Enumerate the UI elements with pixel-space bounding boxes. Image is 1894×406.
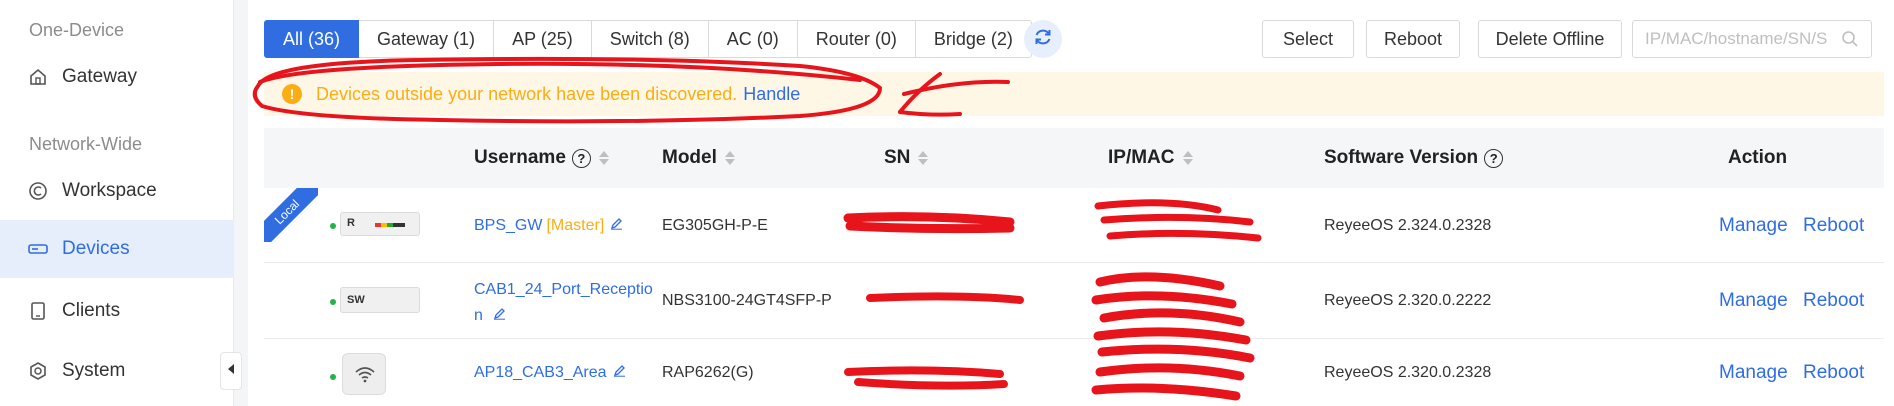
device-name-link[interactable]: CAB1_24_Port_Receptio [474, 277, 653, 303]
workspace-icon [27, 180, 49, 202]
device-type-tabs: All (36) Gateway (1) AP (25) Switch (8) … [264, 20, 1032, 58]
sort-icon[interactable] [598, 151, 609, 165]
clients-icon [27, 300, 49, 322]
tab-bridge[interactable]: Bridge (2) [915, 20, 1032, 58]
refresh-icon [1032, 26, 1054, 53]
device-name-link[interactable]: BPS_GW [474, 217, 542, 235]
column-label: Action [1728, 147, 1788, 168]
sidebar-item-workspace[interactable]: Workspace [0, 162, 234, 220]
column-model[interactable]: Model [662, 128, 735, 188]
online-status-dot [330, 299, 336, 305]
model-cell: NBS3100-24GT4SFP-P [662, 292, 832, 309]
column-username[interactable]: Username ? [474, 128, 609, 188]
sidebar: One-Device Gateway Network-Wide Workspac… [0, 0, 234, 406]
software-version-cell: ReyeeOS 2.320.0.2222 [1324, 292, 1492, 309]
device-name-link[interactable]: AP18_CAB3_Area [474, 364, 607, 382]
software-version-cell: ReyeeOS 2.320.0.2328 [1324, 364, 1492, 381]
master-tag: [Master] [546, 216, 605, 234]
sidebar-group-one-device: One-Device [29, 20, 125, 40]
gateway-device-image: R [340, 212, 420, 236]
tab-ap[interactable]: AP (25) [494, 20, 592, 58]
manage-link[interactable]: Manage [1719, 359, 1788, 387]
sidebar-item-clients[interactable]: Clients [0, 282, 234, 340]
column-ipmac[interactable]: IP/MAC [1108, 128, 1193, 188]
sidebar-item-system[interactable]: System [0, 342, 234, 400]
column-software-version: Software Version ? [1324, 128, 1504, 188]
username-cell: CAB1_24_Port_Receptio n [474, 277, 653, 329]
sidebar-item-label: System [62, 360, 126, 381]
home-icon [27, 66, 49, 88]
search-input[interactable]: IP/MAC/hostname/SN/S [1632, 20, 1872, 58]
reboot-button[interactable]: Reboot [1366, 20, 1460, 58]
manage-link[interactable]: Manage [1719, 263, 1788, 339]
column-label: Software Version [1324, 147, 1479, 168]
table-row: AP18_CAB3_Area RAP6262(G) ReyeeOS 2.320.… [264, 339, 1884, 406]
online-status-dot [330, 374, 336, 380]
column-sn[interactable]: SN [884, 128, 929, 188]
handle-link[interactable]: Handle [743, 84, 800, 105]
column-label: Username [474, 147, 566, 168]
device-leds [375, 223, 405, 227]
model-cell: EG305GH-P-E [662, 216, 768, 234]
sidebar-group-network-wide: Network-Wide [29, 134, 143, 154]
sidebar-item-label: Gateway [62, 66, 137, 87]
username-cell: AP18_CAB3_Area [474, 359, 626, 387]
column-label: Model [662, 147, 717, 168]
tab-router[interactable]: Router (0) [797, 20, 916, 58]
software-version-cell: ReyeeOS 2.324.0.2328 [1324, 216, 1492, 234]
tab-all[interactable]: All (36) [264, 20, 360, 58]
local-badge-label: Local [264, 188, 318, 242]
edit-icon[interactable] [610, 217, 623, 235]
table-row: R BPS_GW [Master] EG305GH-P-E ReyeeOS 2.… [264, 188, 1884, 263]
warning-icon: ! [282, 84, 302, 104]
username-cell: BPS_GW [Master] [474, 188, 623, 263]
reboot-link[interactable]: Reboot [1803, 263, 1864, 339]
sidebar-item-label: Devices [62, 238, 130, 259]
caret-left-icon [226, 362, 236, 380]
sidebar-item-devices[interactable]: Devices [0, 220, 234, 278]
table-header: Username ? Model SN IP/MAC Software Vers… [264, 128, 1884, 188]
reboot-link[interactable]: Reboot [1803, 359, 1864, 387]
model-cell: RAP6262(G) [662, 364, 754, 381]
sort-icon[interactable] [918, 151, 929, 165]
sidebar-item-label: Clients [62, 300, 121, 321]
manage-link[interactable]: Manage [1719, 188, 1788, 263]
online-status-dot [330, 223, 336, 229]
switch-device-image: SW [340, 287, 420, 313]
device-image-letter: R [347, 217, 355, 229]
delete-offline-button[interactable]: Delete Offline [1478, 20, 1622, 58]
system-icon [27, 360, 49, 382]
search-placeholder: IP/MAC/hostname/SN/S [1645, 29, 1828, 48]
ap-device-image [342, 353, 386, 395]
reboot-link[interactable]: Reboot [1803, 188, 1864, 263]
collapse-sidebar-button[interactable] [220, 352, 242, 390]
search-icon [1841, 30, 1859, 53]
sidebar-item-gateway[interactable]: Gateway [0, 48, 234, 106]
help-icon[interactable]: ? [1484, 148, 1504, 168]
tab-switch[interactable]: Switch (8) [591, 20, 709, 58]
column-label: SN [884, 147, 911, 168]
device-name-link-wrap[interactable]: n [474, 307, 483, 324]
help-icon[interactable]: ? [571, 148, 591, 168]
sort-icon[interactable] [1182, 151, 1193, 165]
tab-ac[interactable]: AC (0) [708, 20, 798, 58]
local-badge: Local [264, 188, 318, 242]
tab-gateway[interactable]: Gateway (1) [359, 20, 495, 58]
column-action: Action [1728, 128, 1787, 188]
edit-icon[interactable] [613, 364, 626, 382]
column-label: IP/MAC [1108, 147, 1175, 168]
refresh-button[interactable] [1024, 20, 1062, 58]
table-row: SW CAB1_24_Port_Receptio n NBS3100-24GT4… [264, 263, 1884, 339]
alert-message: Devices outside your network have been d… [316, 83, 738, 104]
discovery-alert: ! Devices outside your network have been… [264, 72, 1884, 116]
device-image-letter: SW [347, 294, 365, 306]
devices-icon [27, 238, 49, 260]
sidebar-item-label: Workspace [62, 180, 157, 201]
select-button[interactable]: Select [1262, 20, 1354, 58]
wifi-icon [354, 364, 376, 389]
sort-icon[interactable] [724, 151, 735, 165]
edit-icon[interactable] [493, 307, 506, 324]
